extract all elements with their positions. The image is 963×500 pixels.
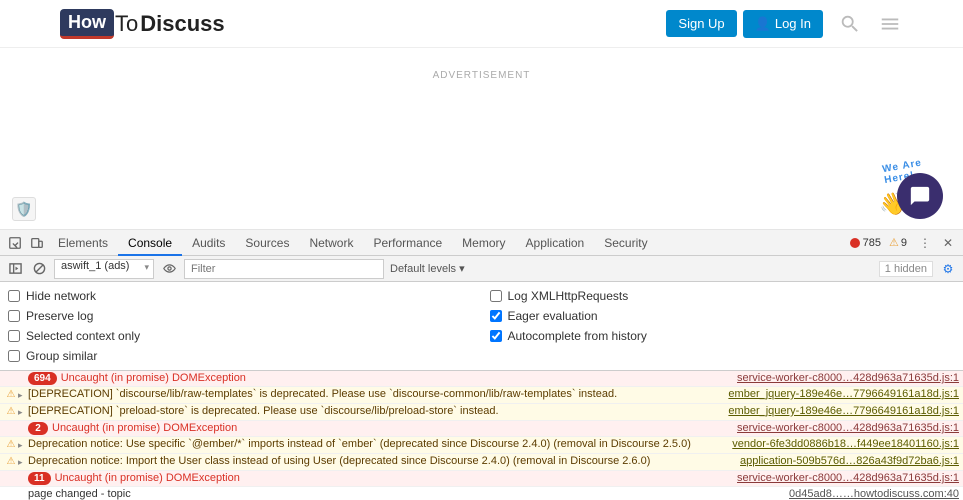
log-row[interactable]: 2 Uncaught (in promise) DOMException servi… (0, 421, 963, 437)
shield-icon[interactable]: 🛡️ (12, 197, 36, 221)
site-logo[interactable]: How To Discuss (60, 9, 225, 39)
log-source-link[interactable]: ember_jquery-189e46e…7796649161a18d.js:1 (728, 388, 959, 400)
devtools-panel: ElementsConsoleAuditsSourcesNetworkPerfo… (0, 230, 963, 500)
sign-up-button[interactable]: Sign Up (666, 10, 736, 37)
warning-count[interactable]: 9 (889, 236, 907, 249)
log-row[interactable]: ⚠▸Deprecation notice: Import the User cl… (0, 454, 963, 471)
tab-application[interactable]: Application (516, 230, 595, 256)
devtools-tabs: ElementsConsoleAuditsSourcesNetworkPerfo… (0, 230, 963, 256)
option-group-similar[interactable]: Group similar (8, 346, 474, 366)
tab-security[interactable]: Security (594, 230, 657, 256)
log-row[interactable]: ⚠▸[DEPRECATION] `preload-store` is depre… (0, 404, 963, 421)
site-header: How To Discuss Sign Up 👤Log In (0, 0, 963, 48)
log-source-link[interactable]: ember_jquery-189e46e…7796649161a18d.js:1 (728, 405, 959, 417)
log-message: Uncaught (in promise) DOMException (52, 422, 729, 434)
gear-icon[interactable]: ⚙ (939, 260, 957, 278)
log-message: [DEPRECATION] `discourse/lib/raw-templat… (28, 388, 720, 400)
log-message: Uncaught (in promise) DOMException (61, 372, 729, 384)
log-message: [DEPRECATION] `preload-store` is depreca… (28, 405, 720, 417)
log-source-link[interactable]: service-worker-c8000…428d963a71635d.js:1 (737, 422, 959, 434)
device-icon[interactable] (28, 234, 46, 252)
close-icon[interactable]: ✕ (937, 236, 959, 250)
warn-icon: ⚠ (4, 438, 18, 452)
console-log[interactable]: 694 Uncaught (in promise) DOMException ser… (0, 371, 963, 500)
log-row[interactable]: page changed - topic 0d45ad8……howtodiscus… (0, 487, 963, 500)
option-selected-context-only[interactable]: Selected context only (8, 326, 474, 346)
count-badge: 2 (28, 422, 48, 435)
inspect-icon[interactable] (6, 234, 24, 252)
expand-arrow-icon[interactable]: ▸ (18, 438, 28, 452)
warn-icon: ⚠ (4, 388, 18, 402)
count-badge: 694 (28, 372, 57, 385)
expand-arrow-icon[interactable]: ▸ (18, 405, 28, 419)
filter-input[interactable] (184, 259, 384, 279)
tab-performance[interactable]: Performance (363, 230, 452, 256)
log-message: Uncaught (in promise) DOMException (55, 472, 729, 484)
chat-bubble-icon[interactable] (897, 173, 943, 219)
option-hide-network[interactable]: Hide network (8, 286, 474, 306)
sidebar-toggle-icon[interactable] (6, 260, 24, 278)
logo-text-1: To (115, 11, 138, 37)
log-message: Deprecation notice: Use specific `@ember… (28, 438, 724, 450)
option-log-xmlhttprequests[interactable]: Log XMLHttpRequests (490, 286, 956, 306)
log-source-link[interactable]: service-worker-c8000…428d963a71635d.js:1 (737, 372, 959, 384)
log-source-link[interactable]: service-worker-c8000…428d963a71635d.js:1 (737, 472, 959, 484)
expand-arrow-icon[interactable]: ▸ (18, 388, 28, 402)
advertisement-label: ADVERTISEMENT (0, 70, 963, 81)
log-row[interactable]: 694 Uncaught (in promise) DOMException ser… (0, 371, 963, 387)
log-message: Deprecation notice: Import the User clas… (28, 455, 732, 467)
logo-text-2: Discuss (140, 11, 224, 37)
log-source-link[interactable]: 0d45ad8……howtodiscuss.com:40 (789, 488, 959, 500)
chat-widget[interactable]: We Are Here! 👋 (897, 173, 943, 219)
hamburger-icon[interactable] (877, 11, 903, 37)
count-badge: 11 (28, 472, 51, 485)
log-message: page changed - topic (28, 488, 781, 500)
console-options: Hide networkPreserve logSelected context… (0, 282, 963, 371)
warn-icon: ⚠ (4, 455, 18, 469)
tab-audits[interactable]: Audits (182, 230, 235, 256)
log-source-link[interactable]: vendor-6fe3dd0886b18…f449ee18401160.js:1 (732, 438, 959, 450)
option-eager-evaluation[interactable]: Eager evaluation (490, 306, 956, 326)
search-icon[interactable] (837, 11, 863, 37)
tab-elements[interactable]: Elements (48, 230, 118, 256)
page-content: How To Discuss Sign Up 👤Log In ADVERTISE… (0, 0, 963, 230)
logo-mark: How (60, 9, 114, 39)
log-row[interactable]: ⚠▸Deprecation notice: Use specific `@emb… (0, 437, 963, 454)
tab-console[interactable]: Console (118, 230, 182, 256)
log-levels-select[interactable]: Default levels (390, 262, 465, 275)
context-selector[interactable]: aswift_1 (ads) (54, 259, 154, 279)
log-in-button[interactable]: 👤Log In (743, 10, 823, 38)
log-row[interactable]: 11 Uncaught (in promise) DOMException serv… (0, 471, 963, 487)
tab-memory[interactable]: Memory (452, 230, 515, 256)
console-toolbar: aswift_1 (ads) Default levels 1 hidden ⚙ (0, 256, 963, 282)
log-source-link[interactable]: application-509b576d…826a43f9d72ba6.js:1 (740, 455, 959, 467)
error-count[interactable]: 785 (850, 237, 881, 249)
kebab-icon[interactable]: ⋮ (913, 236, 937, 250)
warn-icon: ⚠ (4, 405, 18, 419)
option-preserve-log[interactable]: Preserve log (8, 306, 474, 326)
user-icon: 👤 (755, 16, 771, 31)
option-autocomplete-from-history[interactable]: Autocomplete from history (490, 326, 956, 346)
clear-console-icon[interactable] (30, 260, 48, 278)
eye-icon[interactable] (160, 260, 178, 278)
log-row[interactable]: ⚠▸[DEPRECATION] `discourse/lib/raw-templ… (0, 387, 963, 404)
tab-network[interactable]: Network (299, 230, 363, 256)
hidden-count[interactable]: 1 hidden (879, 261, 933, 277)
tab-sources[interactable]: Sources (235, 230, 299, 256)
expand-arrow-icon[interactable]: ▸ (18, 455, 28, 469)
